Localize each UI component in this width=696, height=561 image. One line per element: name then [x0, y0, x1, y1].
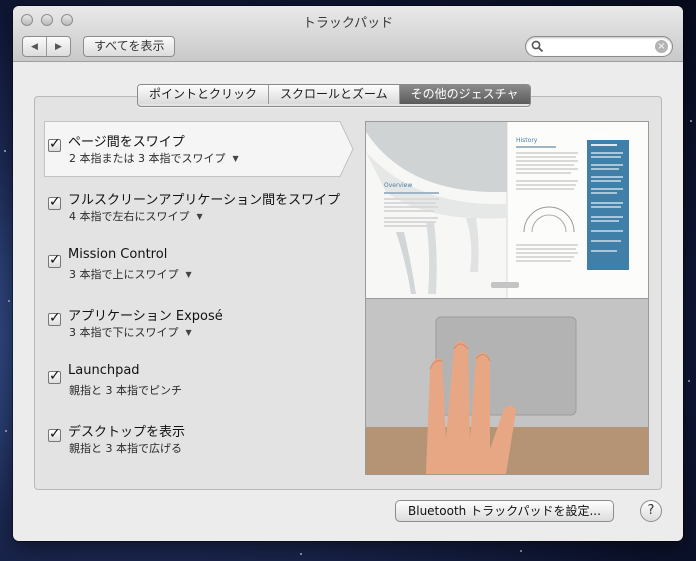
hand-illustration: [366, 299, 648, 474]
gesture-checkbox[interactable]: [48, 368, 61, 384]
help-button[interactable]: ?: [640, 500, 662, 522]
gesture-title: デスクトップを表示: [68, 425, 186, 440]
gesture-title: アプリケーション Exposé: [68, 309, 223, 324]
tab-more-gestures[interactable]: その他のジェスチャ: [398, 85, 530, 104]
gesture-title: ページ間をスワイプ: [68, 135, 185, 150]
chevron-down-icon: ▼: [185, 328, 192, 337]
search-icon: [531, 40, 544, 53]
preview-book-pages: Overview History Timeline: [366, 122, 648, 299]
gesture-item-app-expose[interactable]: アプリケーション Exposé 3 本指で下にスワイプ▼: [44, 295, 354, 353]
gesture-item-show-desktop[interactable]: デスクトップを表示 親指と 3 本指で広げる: [44, 411, 354, 469]
tab-bar: ポイントとクリック スクロールとズーム その他のジェスチャ: [137, 84, 531, 107]
chevron-down-icon: ▼: [196, 212, 203, 221]
trackpad-hand-photo: [366, 299, 648, 474]
gesture-item-swipe-pages[interactable]: ページ間をスワイプ 2 本指または 3 本指でスワイプ▼: [44, 121, 354, 179]
preferences-window: トラックパッド ◀ ▶ すべてを表示 × ポイントとクリック スクロールとズーム…: [13, 6, 683, 541]
gesture-checkbox[interactable]: [48, 426, 61, 442]
gesture-checkbox[interactable]: [48, 194, 61, 210]
book-illustration: [366, 122, 648, 298]
gesture-option[interactable]: 2 本指または 3 本指でスワイプ ▼: [69, 150, 239, 166]
gesture-title: Mission Control: [68, 247, 168, 262]
title-bar: トラックパッド ◀ ▶ すべてを表示 ×: [13, 6, 683, 62]
gesture-preview: Overview History Timeline: [365, 121, 649, 475]
gesture-checkbox[interactable]: [48, 310, 61, 326]
search-field[interactable]: ×: [525, 36, 673, 57]
gesture-title: Launchpad: [68, 363, 140, 378]
show-all-button[interactable]: すべてを表示: [83, 36, 176, 57]
gesture-option[interactable]: 3 本指で下にスワイプ ▼: [69, 324, 192, 340]
preview-sidebar-heading: Timeline: [591, 132, 613, 138]
gesture-title: フルスクリーンアプリケーション間をスワイプ: [68, 193, 341, 208]
gesture-option[interactable]: 4 本指で左右にスワイプ ▼: [69, 208, 203, 224]
forward-button[interactable]: ▶: [46, 37, 70, 56]
gesture-item-launchpad[interactable]: Launchpad 親指と 3 本指でピンチ: [44, 353, 354, 411]
gesture-description: 親指と 3 本指でピンチ: [69, 384, 182, 397]
back-button[interactable]: ◀: [23, 37, 46, 56]
search-input[interactable]: [548, 39, 652, 56]
tab-scroll-and-zoom[interactable]: スクロールとズーム: [268, 85, 399, 104]
gesture-item-swipe-fullscreen-apps[interactable]: フルスクリーンアプリケーション間をスワイプ 4 本指で左右にスワイプ▼: [44, 179, 354, 237]
gesture-option[interactable]: 3 本指で上にスワイプ ▼: [69, 266, 192, 282]
chevron-down-icon: ▼: [185, 270, 192, 279]
setup-bluetooth-trackpad-button[interactable]: Bluetooth トラックパッドを設定...: [395, 500, 614, 522]
preview-right-heading: History: [516, 137, 538, 144]
gesture-checkbox[interactable]: [48, 252, 61, 268]
tab-point-and-click[interactable]: ポイントとクリック: [138, 85, 269, 104]
gesture-checkbox[interactable]: [48, 136, 61, 152]
window-title: トラックパッド: [302, 16, 394, 31]
nav-segmented-control: ◀ ▶: [22, 36, 71, 57]
gesture-description: 親指と 3 本指で広げる: [69, 442, 182, 455]
preview-left-heading: Overview: [384, 182, 413, 189]
chevron-down-icon: ▼: [232, 154, 239, 163]
gesture-item-mission-control[interactable]: Mission Control 3 本指で上にスワイプ▼: [44, 237, 354, 295]
clear-search-icon[interactable]: ×: [655, 40, 668, 53]
